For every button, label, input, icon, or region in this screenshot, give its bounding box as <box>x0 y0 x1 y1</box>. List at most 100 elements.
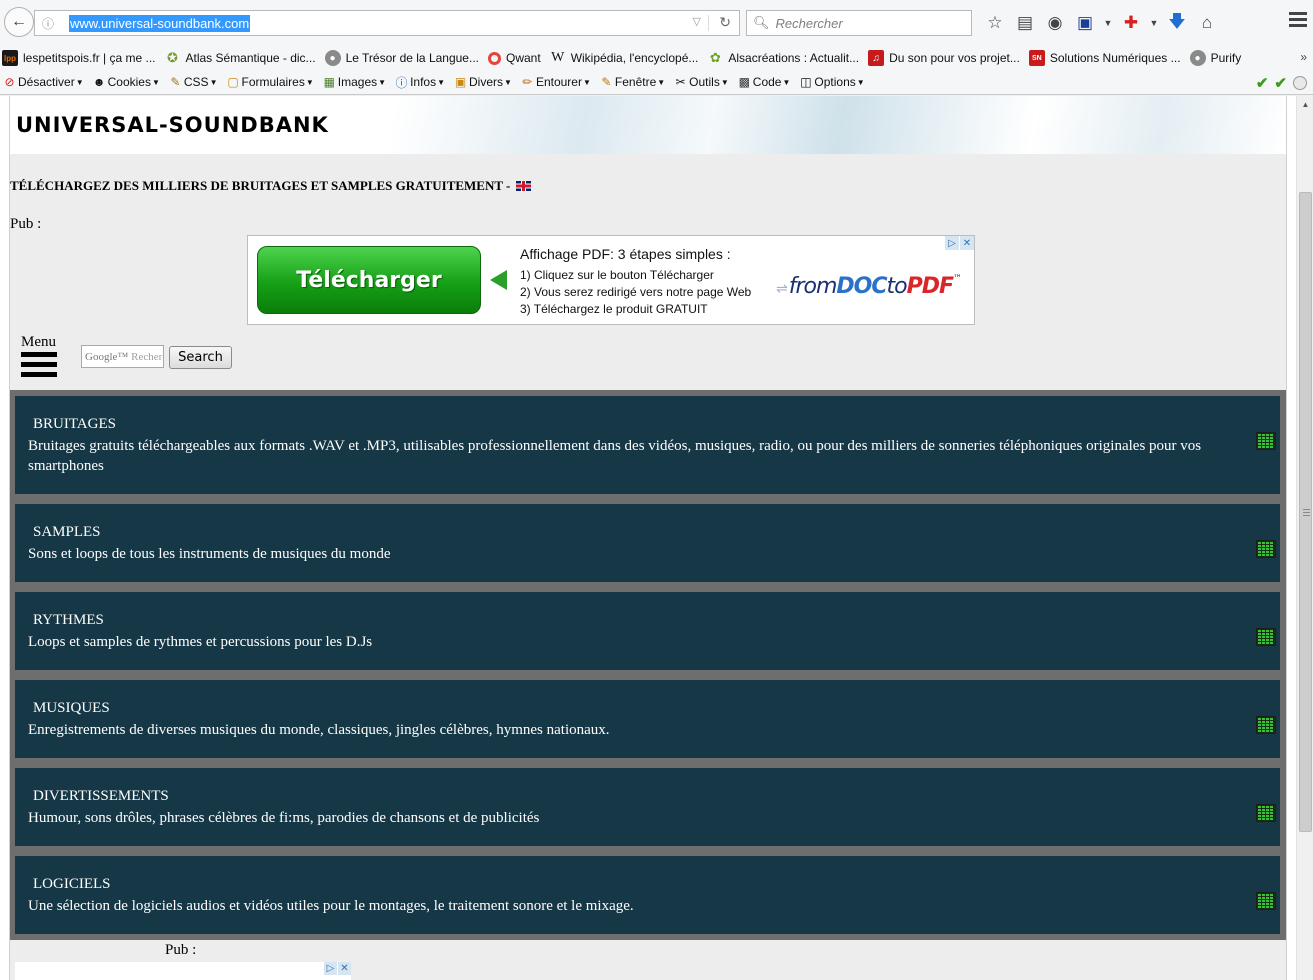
category-divertissements[interactable]: DIVERTISSEMENTS Humour, sons drôles, phr… <box>15 768 1280 846</box>
scrollbar-thumb[interactable] <box>1299 192 1312 832</box>
tagline-text: TÉLÉCHARGEZ DES MILLIERS DE BRUITAGES ET… <box>10 178 511 193</box>
chevron-down-icon: ▼ <box>657 77 666 87</box>
status-circle-icon[interactable] <box>1293 76 1307 90</box>
category-title[interactable]: LOGICIELS <box>33 876 111 893</box>
pocket-icon[interactable]: ◉ <box>1040 10 1070 36</box>
code-icon: ▩ <box>738 75 750 89</box>
cookies-icon: ☻ <box>92 75 106 89</box>
category-rythmes[interactable]: RYTHMES Loops et samples de rythmes et p… <box>15 592 1280 670</box>
chevron-down-icon: ▼ <box>209 77 218 87</box>
ad-step: 3) Téléchargez le produit GRATUIT <box>520 302 708 316</box>
menu-hamburger-icon[interactable] <box>21 352 57 382</box>
bookmark-item[interactable]: ● Purify <box>1189 50 1241 66</box>
vertical-scrollbar[interactable]: ▲ <box>1296 96 1313 980</box>
uk-flag-icon[interactable] <box>516 181 532 191</box>
category-list: BRUITAGES Bruitages gratuits téléchargea… <box>10 390 1286 940</box>
tagline: TÉLÉCHARGEZ DES MILLIERS DE BRUITAGES ET… <box>10 178 532 194</box>
save-dropdown-icon[interactable]: ▼ <box>1100 10 1116 36</box>
bottom-ad-banner[interactable]: ▷ ✕ <box>15 962 351 980</box>
info-icon[interactable]: ⓘ <box>35 15 61 32</box>
adchoices-icon[interactable]: ▷ <box>945 236 959 250</box>
ad-logo-doc: DOC <box>836 274 887 299</box>
downloads-icon[interactable]: 🡇︎ <box>1162 10 1192 36</box>
scroll-up-icon[interactable]: ▲ <box>1297 96 1313 113</box>
home-icon[interactable]: ⌂ <box>1192 10 1222 36</box>
dev-menu-options[interactable]: ◫ Options ▼ <box>798 75 864 90</box>
bookmarks-toolbar: lpp lespetitspois.fr | ça me ... ✪ Atlas S… <box>0 46 1313 70</box>
site-title[interactable]: UNIVERSAL-SOUNDBANK <box>16 113 329 137</box>
ad-arrow-icon <box>490 270 507 290</box>
addon-dropdown-icon[interactable]: ▼ <box>1146 10 1162 36</box>
dev-menu-window[interactable]: ✎ Fenêtre ▼ <box>599 75 665 90</box>
dev-menu-cookies[interactable]: ☻ Cookies ▼ <box>92 75 160 90</box>
reading-list-icon[interactable]: ▤ <box>1010 10 1040 36</box>
web-developer-toolbar: ⊘ Désactiver ▼ ☻ Cookies ▼ ✎ CSS ▼ ▢ Formulaire… <box>0 70 1313 95</box>
google-search-input[interactable]: Google™ Rechercher <box>81 345 164 368</box>
back-button[interactable]: ← <box>4 7 34 37</box>
dev-menu-forms[interactable]: ▢ Formulaires ▼ <box>226 75 313 90</box>
check-icon[interactable]: ✔ <box>1274 74 1287 92</box>
category-title[interactable]: MUSIQUES <box>33 700 110 717</box>
ad-title: Affichage PDF: 3 étapes simples : <box>520 246 731 262</box>
bookmark-item[interactable]: SN Solutions Numériques ... <box>1028 50 1181 66</box>
dev-menu-label: Code <box>752 75 782 89</box>
bookmark-item[interactable]: W Wikipédia, l'encyclopé... <box>550 50 698 66</box>
dev-menu-code[interactable]: ▩ Code ▼ <box>737 75 791 90</box>
qwant-icon <box>488 51 501 65</box>
ad-banner[interactable]: Télécharger Affichage PDF: 3 étapes simp… <box>247 235 975 325</box>
search-placeholder: Rechercher <box>775 15 843 31</box>
category-samples[interactable]: SAMPLES Sons et loops de tous les instru… <box>15 504 1280 582</box>
css-icon: ✎ <box>170 75 181 89</box>
chevron-down-icon: ▼ <box>782 77 791 87</box>
bookmark-label: Atlas Sémantique - dic... <box>185 51 316 65</box>
chevron-down-icon: ▼ <box>151 77 160 87</box>
atlas-icon: ✪ <box>167 50 178 65</box>
window-icon: ✎ <box>601 75 612 89</box>
globe-icon: ● <box>1189 50 1206 66</box>
category-title[interactable]: SAMPLES <box>33 524 101 541</box>
bookmark-item[interactable]: ✪ Atlas Sémantique - dic... <box>165 50 316 66</box>
dev-menu-misc[interactable]: ▣ Divers ▼ <box>453 75 512 90</box>
category-bruitages[interactable]: BRUITAGES Bruitages gratuits téléchargea… <box>15 396 1280 494</box>
category-title[interactable]: BRUITAGES <box>33 416 116 433</box>
url-bar[interactable]: ⓘ www.universal-soundbank.com ▽ ↻ <box>34 10 740 36</box>
bookmark-label: lespetitspois.fr | ça me ... <box>23 51 156 65</box>
url-text[interactable]: www.universal-soundbank.com <box>69 14 251 32</box>
wikipedia-icon: W <box>551 50 565 65</box>
dev-menu-infos[interactable]: ⓘ Infos ▼ <box>394 75 445 90</box>
equalizer-icon <box>1256 432 1276 450</box>
category-logiciels[interactable]: LOGICIELS Une sélection de logiciels aud… <box>15 856 1280 934</box>
addon-red-cross-icon[interactable]: ✚ <box>1116 10 1146 36</box>
reload-icon[interactable]: ↻ <box>719 14 731 31</box>
options-icon: ◫ <box>800 75 812 89</box>
chevron-right-icon[interactable]: » <box>1300 50 1307 64</box>
search-button[interactable]: Search <box>169 346 232 369</box>
bookmark-item[interactable]: Qwant <box>488 51 541 65</box>
save-icon[interactable]: ▣ <box>1070 10 1100 36</box>
category-musiques[interactable]: MUSIQUES Enregistrements de diverses mus… <box>15 680 1280 758</box>
ad-download-button[interactable]: Télécharger <box>257 246 481 314</box>
hamburger-menu-icon[interactable] <box>1289 12 1307 30</box>
category-title[interactable]: DIVERTISSEMENTS <box>33 788 169 805</box>
dev-menu-tools[interactable]: ✂ Outils ▼ <box>673 75 729 90</box>
bookmark-item[interactable]: ♫ Du son pour vos projet... <box>868 50 1020 66</box>
check-icon[interactable]: ✔ <box>1256 74 1269 92</box>
bookmark-item[interactable]: lpp lespetitspois.fr | ça me ... <box>2 50 156 66</box>
adchoices-icon[interactable]: ▷ <box>324 962 337 975</box>
close-icon[interactable]: ✕ <box>338 962 351 975</box>
close-icon[interactable]: ✕ <box>960 236 974 250</box>
category-title[interactable]: RYTHMES <box>33 612 104 629</box>
dev-menu-disable[interactable]: ⊘ Désactiver ▼ <box>2 75 84 90</box>
menu-label[interactable]: Menu <box>21 334 56 351</box>
bookmark-star-icon[interactable]: ☆ <box>980 10 1010 36</box>
search-bar[interactable]: 🔍︎ Rechercher <box>746 10 972 36</box>
dev-menu-images[interactable]: ▦ Images ▼ <box>322 75 386 90</box>
chevron-down-icon: ▼ <box>75 77 84 87</box>
bookmark-item[interactable]: ● Le Trésor de la Langue... <box>324 50 479 66</box>
forms-icon: ▢ <box>227 75 239 89</box>
dev-menu-outline[interactable]: ✏ Entourer ▼ <box>520 75 590 90</box>
dev-menu-css[interactable]: ✎ CSS ▼ <box>168 75 218 90</box>
category-description: Bruitages gratuits téléchargeables aux f… <box>28 438 1202 474</box>
bookmark-item[interactable]: ✿ Alsacréations : Actualit... <box>707 50 859 66</box>
url-dropdown-icon[interactable]: ▽ <box>693 15 701 28</box>
